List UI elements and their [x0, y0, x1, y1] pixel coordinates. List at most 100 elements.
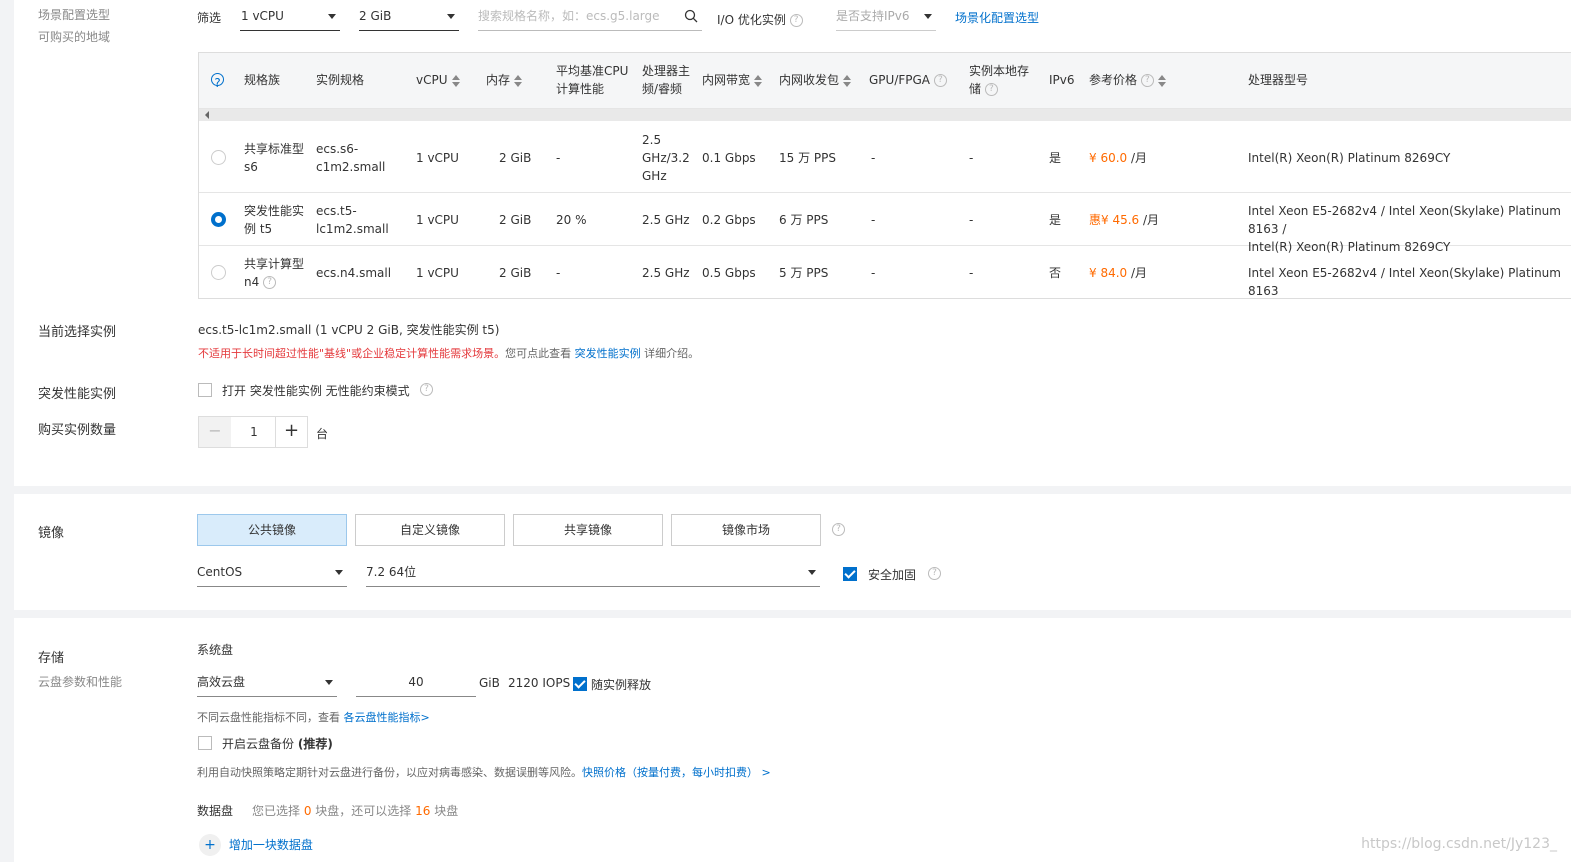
row-spec-line1: ecs.s6- — [316, 142, 359, 156]
row-radio[interactable] — [211, 265, 226, 280]
memory-select-value: 2 GiB — [359, 9, 392, 23]
tab-shared-image[interactable]: 共享镜像 — [513, 514, 663, 546]
os-version-value: 7.2 64位 — [366, 565, 417, 579]
help-icon[interactable]: ? — [789, 14, 803, 27]
help-icon[interactable]: ? — [1140, 74, 1154, 87]
image-label: 镜像 — [38, 526, 65, 541]
data-disk-pre: 您已选择 — [252, 804, 304, 818]
quantity-value[interactable]: 1 — [231, 417, 277, 447]
minus-button[interactable]: − — [199, 417, 231, 447]
os-version-select[interactable]: 7.2 64位 — [366, 561, 820, 587]
col-bandwidth[interactable]: 内网带宽 — [702, 71, 763, 89]
unlimited-mode-label: 打开 突发性能实例 无性能约束模式 — [222, 384, 410, 398]
ipv6-select[interactable]: 是否支持IPv6 — [836, 5, 936, 31]
add-data-disk-button[interactable]: + 增加一块数据盘 — [199, 834, 313, 856]
sort-icon[interactable] — [754, 74, 763, 87]
scene-config-link[interactable]: 场景化配置选型 — [955, 9, 1039, 26]
plus-button[interactable]: + — [275, 417, 307, 447]
search-icon[interactable] — [684, 9, 698, 23]
help-icon[interactable]: ? — [420, 383, 433, 396]
row-processor: Intel(R) Xeon(R) Platinum 8269CY — [1248, 151, 1451, 165]
table-row[interactable]: 突发性能实例 t5 ecs.t5- lc1m2.small 1 vCPU 2 Gi… — [199, 193, 1571, 254]
col-freq-line2: 频/睿频 — [642, 82, 683, 96]
row-local: - — [969, 213, 974, 227]
help-icon[interactable]: ? — [928, 567, 941, 580]
row-memory: 2 GiB — [499, 266, 532, 280]
disk-size-value: 40 — [408, 675, 424, 689]
io-optimized-filter[interactable]: I/O 优化实例 ? — [717, 11, 803, 28]
storage-sublabel: 云盘参数和性能 — [38, 675, 123, 689]
disk-type-select[interactable]: 高效云盘 — [197, 671, 337, 697]
current-instance-hint: 不适用于长时间超过性能"基线"或企业稳定计算性能需求场景。您可点此查看 突发性能… — [198, 345, 699, 361]
row-ipv6: 是 — [1049, 151, 1062, 165]
row-price: 惠¥ 45.6 /月 — [1089, 211, 1159, 229]
hint-prefix: 您可点此查看 — [505, 347, 575, 360]
sort-icon[interactable] — [843, 74, 852, 87]
table-scrollbar[interactable] — [199, 109, 1571, 121]
row-spec-line2: lc1m2.small — [316, 222, 389, 236]
tab-public-image[interactable]: 公共镜像 — [197, 514, 347, 546]
disk-perf-link[interactable]: 各云盘性能指标> — [344, 711, 430, 724]
sort-icon[interactable] — [451, 74, 460, 87]
sort-icon[interactable] — [514, 74, 523, 87]
col-memory-label: 内存 — [486, 73, 511, 87]
os-select[interactable]: CentOS — [197, 561, 347, 587]
col-memory[interactable]: 内存 — [486, 71, 523, 89]
scene-subtitle: 可购买的地域 — [38, 30, 111, 44]
help-icon[interactable]: ? — [832, 523, 845, 536]
row-family: 共享计算型 n4 ? — [244, 255, 304, 291]
row-vcpu: 1 vCPU — [416, 266, 459, 280]
vcpu-select[interactable]: 1 vCPU — [240, 5, 340, 31]
disk-size-input[interactable]: 40 — [356, 671, 476, 697]
disk-backup-text: 开启云盘备份 — [222, 737, 295, 751]
data-disk-post: 块盘 — [430, 804, 459, 818]
spec-search-input[interactable]: 搜索规格名称，如：ecs.g5.large — [478, 5, 702, 31]
tab-image-market[interactable]: 镜像市场 — [671, 514, 821, 546]
table-row[interactable]: 共享计算型 n4 ? ecs.n4.small 1 vCPU 2 GiB - 2.… — [199, 246, 1571, 299]
sort-icon[interactable] — [1157, 74, 1166, 87]
row-cpu-perf: - — [556, 266, 561, 280]
col-pps-label: 内网收发包 — [779, 73, 840, 87]
quantity-label: 购买实例数量 — [38, 423, 117, 438]
help-icon[interactable]: ? — [263, 276, 277, 289]
col-freq: 处理器主频/睿频 — [642, 62, 690, 98]
security-hardening-checkbox[interactable] — [843, 567, 857, 581]
col-pps[interactable]: 内网收发包 — [779, 71, 852, 89]
col-freq-line1: 处理器主 — [642, 64, 691, 78]
disk-perf-hint-text: 不同云盘性能指标不同，查看 — [197, 711, 344, 724]
quantity-stepper[interactable]: − 1 + — [198, 416, 308, 448]
help-icon[interactable]: ? — [211, 73, 224, 90]
row-family-line2: s6 — [244, 160, 258, 174]
disk-backup-checkbox[interactable] — [198, 736, 212, 750]
row-radio[interactable] — [211, 150, 226, 165]
help-icon[interactable]: ? — [933, 74, 947, 87]
plus-icon: + — [199, 834, 221, 856]
table-row[interactable]: 共享标准型 s6 ecs.s6- c1m2.small 1 vCPU 2 GiB -… — [199, 122, 1571, 193]
row-vcpu: 1 vCPU — [416, 151, 459, 165]
burst-instance-link[interactable]: 突发性能实例 — [575, 347, 641, 360]
col-vcpu[interactable]: vCPU — [416, 71, 460, 89]
row-bandwidth: 0.5 Gbps — [702, 266, 756, 280]
row-price-value: 惠¥ 45.6 — [1089, 213, 1140, 227]
row-family-line1: 共享计算型 — [244, 257, 305, 271]
row-price: ¥ 60.0 /月 — [1089, 149, 1147, 167]
row-gpu: - — [871, 151, 876, 165]
instance-spec-table: ? 规格族 实例规格 vCPU 内存 平均基准CPU 计算性能 处理器主 频/睿频 … — [198, 52, 1571, 299]
col-family: 规格族 — [244, 73, 281, 87]
storage-label: 存储 — [38, 651, 65, 666]
help-icon[interactable]: ? — [984, 83, 998, 96]
row-radio-selected[interactable] — [211, 212, 226, 227]
scroll-left-icon[interactable] — [205, 111, 209, 119]
release-with-instance-checkbox[interactable] — [573, 677, 587, 691]
snapshot-price-link[interactable]: 快照价格（按量付费，每小时扣费） > — [582, 766, 771, 779]
security-hardening-label: 安全加固 — [868, 568, 917, 582]
unlimited-mode-checkbox[interactable] — [198, 383, 212, 397]
current-instance-value: ecs.t5-lc1m2.small (1 vCPU 2 GiB, 突发性能实例… — [198, 323, 500, 337]
col-price[interactable]: 参考价格 ? — [1089, 71, 1166, 89]
spec-search-placeholder: 搜索规格名称，如：ecs.g5.large — [478, 9, 660, 23]
memory-select[interactable]: 2 GiB — [359, 5, 459, 31]
col-cpu-perf-line1: 平均基准CPU — [556, 64, 629, 78]
tab-custom-image[interactable]: 自定义镜像 — [355, 514, 505, 546]
table-header: ? 规格族 实例规格 vCPU 内存 平均基准CPU 计算性能 处理器主 频/睿频 … — [199, 53, 1571, 109]
row-pps: 15 万 PPS — [779, 151, 836, 165]
